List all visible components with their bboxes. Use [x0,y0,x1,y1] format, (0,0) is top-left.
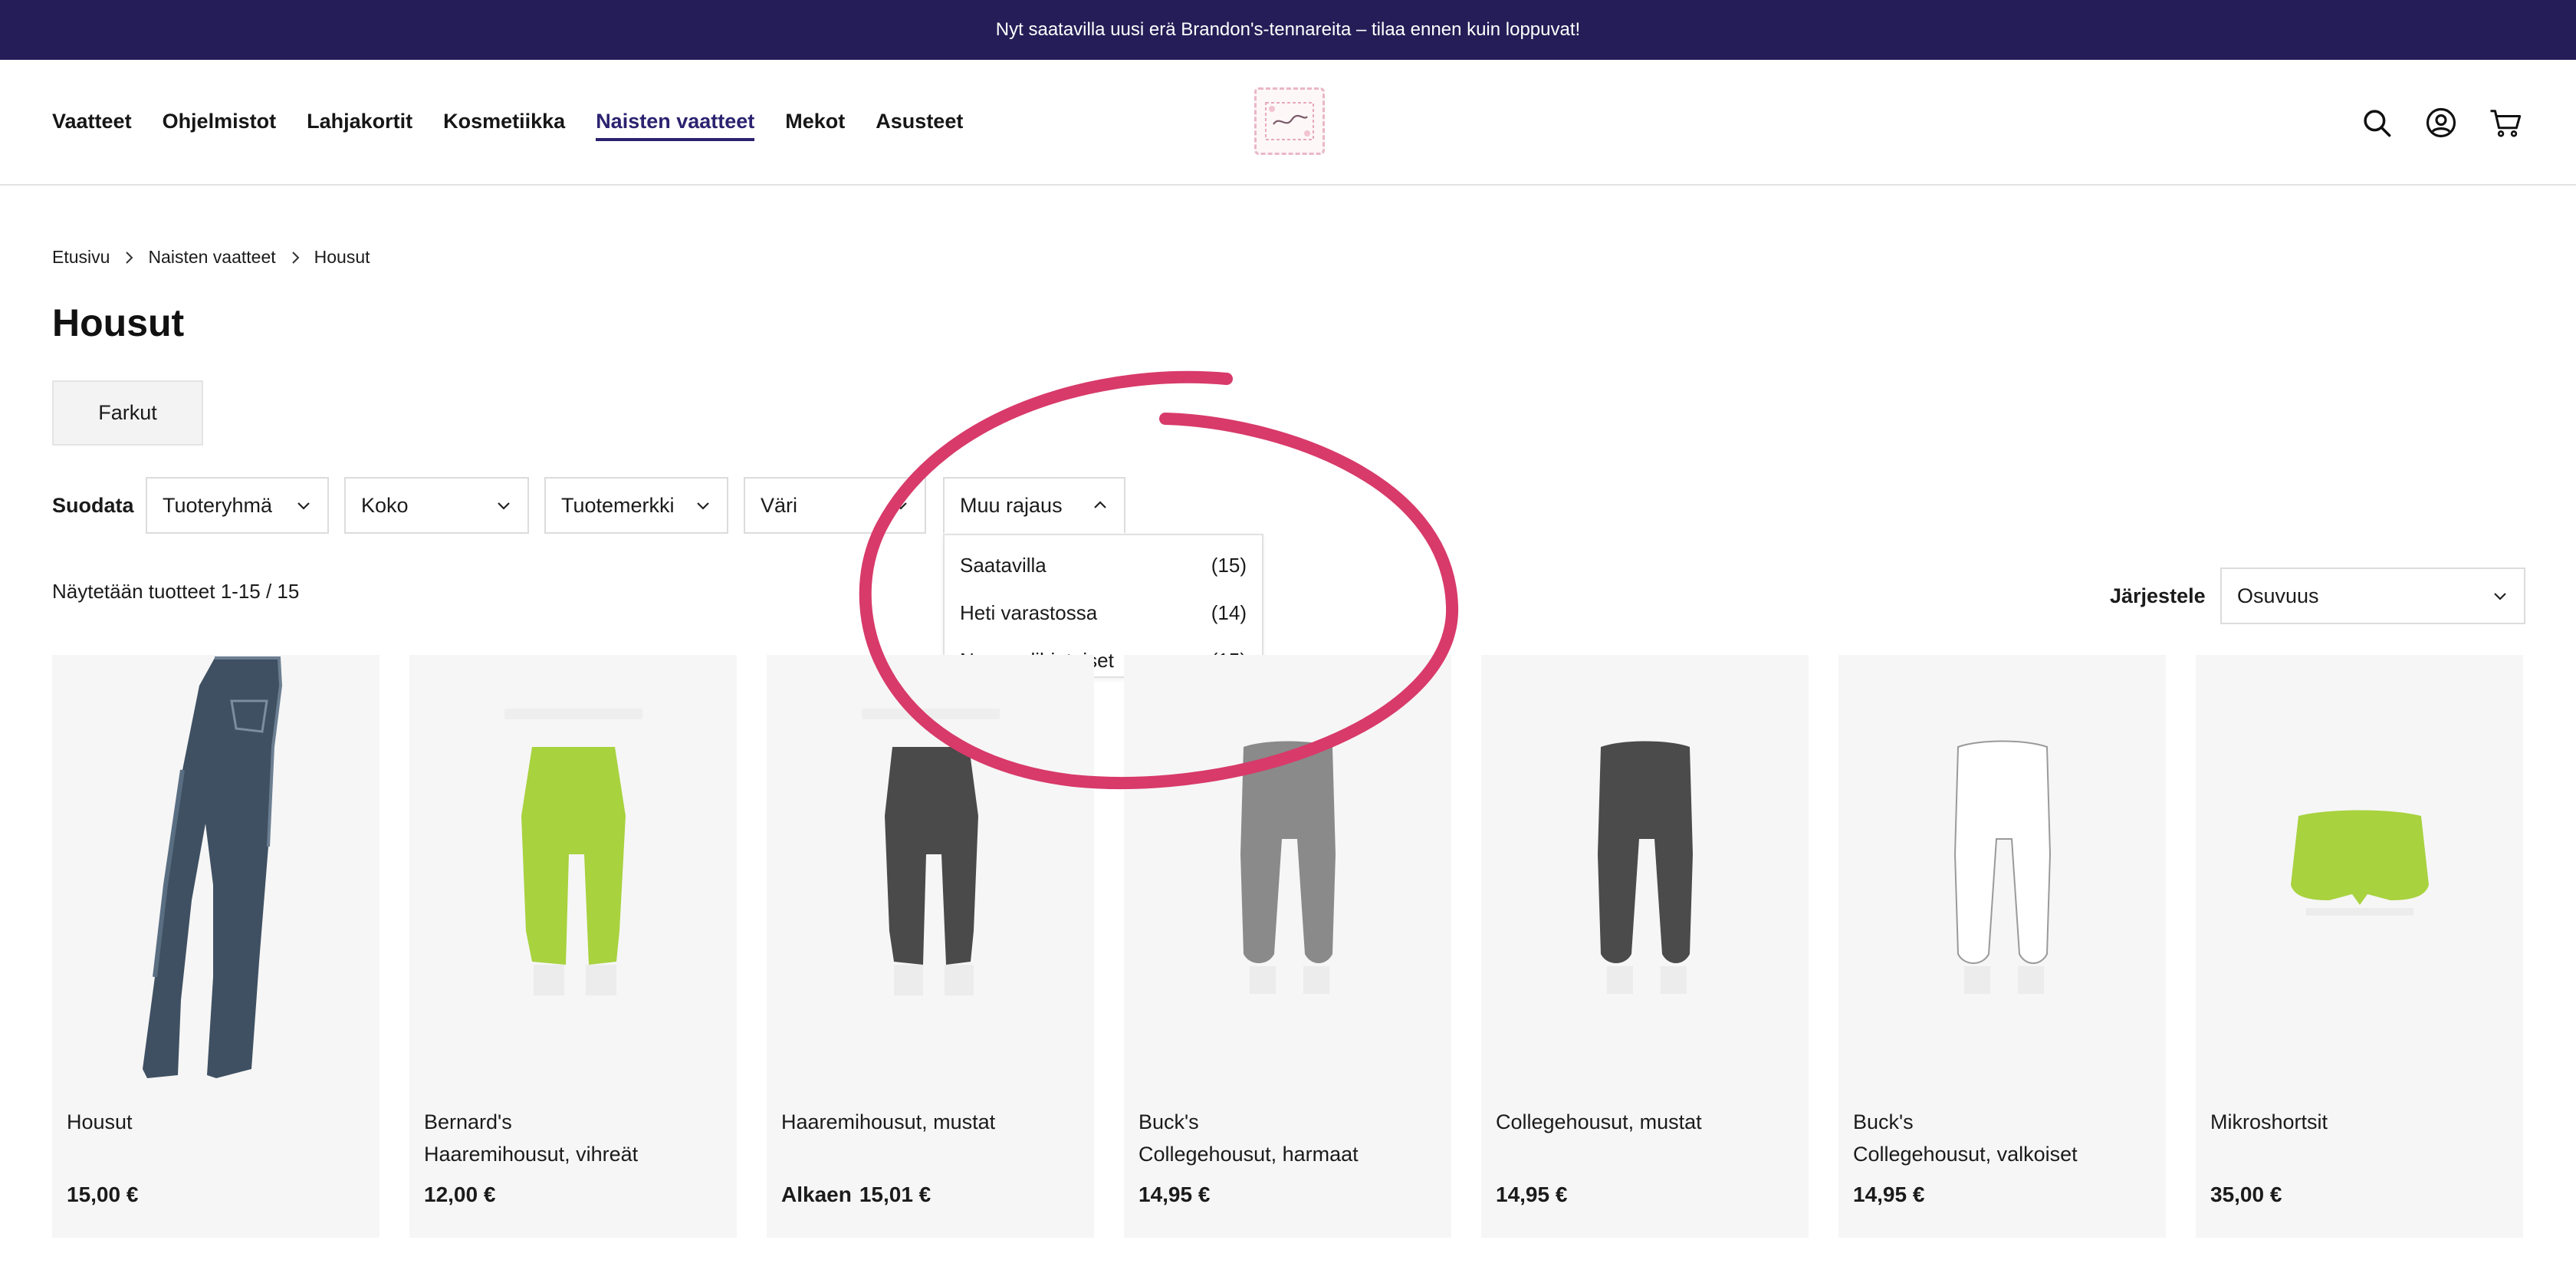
announcement-bar: Nyt saatavilla uusi erä Brandon's-tennar… [0,0,2576,60]
option-label: Heti varastossa [960,600,1098,624]
filter-tuotemerkki[interactable]: Tuotemerkki [544,477,728,534]
option-count: (15) [1211,553,1247,577]
product-image [409,655,737,1084]
filter-vari[interactable]: Väri [744,477,926,534]
nav-item-kosmetiikka[interactable]: Kosmetiikka [443,105,565,141]
chevron-down-icon [697,502,709,510]
result-count: Näytetään tuotteet 1-15 / 15 [52,580,300,603]
filter-tuoteryhma-label: Tuoteryhmä [163,493,273,517]
product-image [1481,655,1809,1084]
product-card[interactable]: Buck's Collegehousut, harmaat 14,95 € [1124,655,1451,1238]
breadcrumb-etusivu[interactable]: Etusivu [52,247,110,268]
sort-select[interactable]: Osuvuus [2220,567,2525,624]
product-price: 15,00 € [67,1183,138,1207]
product-info: Haaremihousut, mustat [781,1106,1079,1138]
search-icon[interactable] [2358,104,2395,141]
product-card[interactable]: Buck's Collegehousut, valkoiset 14,95 € [1838,655,2166,1238]
nav-item-lahjakortit[interactable]: Lahjakortit [307,105,412,141]
product-image [52,655,380,1084]
product-price: 35,00 € [2210,1183,2282,1207]
product-card[interactable]: Housut 15,00 € [52,655,380,1238]
announcement-text: Nyt saatavilla uusi erä Brandon's-tennar… [995,19,1581,40]
filter-tuoteryhma[interactable]: Tuoteryhmä [146,477,329,534]
product-grid: Housut 15,00 € Bernard's Haaremihousut, … [52,655,2523,1238]
product-card[interactable]: Collegehousut, mustat 14,95 € [1481,655,1809,1238]
product-image [767,655,1094,1084]
price-value: 14,95 € [1138,1183,1211,1206]
filter-muu-rajaus[interactable]: Muu rajaus [943,477,1125,534]
chevron-down-icon [895,502,907,510]
cart-icon[interactable] [2487,104,2524,141]
product-price: 14,95 € [1138,1183,1210,1207]
product-card[interactable]: Mikroshortsit 35,00 € [2196,655,2523,1238]
product-card[interactable]: Bernard's Haaremihousut, vihreät 12,00 € [409,655,737,1238]
product-name: Collegehousut, valkoiset [1853,1143,2078,1166]
price-value: 15,01 € [859,1183,932,1206]
filter-tuotemerkki-label: Tuotemerkki [561,493,675,517]
product-image [1124,655,1451,1084]
price-value: 12,00 € [424,1183,496,1206]
chevron-up-icon [1094,501,1106,508]
filter-koko[interactable]: Koko [344,477,529,534]
chevron-right-icon [123,248,134,268]
nav-item-asusteet[interactable]: Asusteet [876,105,963,141]
product-price: 12,00 € [424,1183,495,1207]
nav-item-mekot[interactable]: Mekot [785,105,845,141]
product-image [1838,655,2166,1084]
price-value: 35,00 € [2210,1183,2282,1206]
price-value: 14,95 € [1496,1183,1568,1206]
product-brand: Buck's [1138,1110,1199,1133]
product-brand: Bernard's [424,1110,512,1133]
product-price: 14,95 € [1496,1183,1567,1207]
site-header: Vaatteet Ohjelmistot Lahjakortit Kosmeti… [0,60,2576,186]
nav-item-vaatteet[interactable]: Vaatteet [52,105,132,141]
chevron-down-icon [2494,593,2506,600]
price-prefix: Alkaen [781,1183,852,1206]
breadcrumb-naisten-vaatteet[interactable]: Naisten vaatteet [148,247,275,268]
filter-muu-rajaus-label: Muu rajaus [960,493,1063,517]
product-name: Housut [67,1110,133,1133]
product-info: Buck's Collegehousut, harmaat [1138,1106,1437,1170]
product-card[interactable]: Haaremihousut, mustat Alkaen 15,01 € [767,655,1094,1238]
chevron-down-icon [297,502,310,510]
product-price: Alkaen 15,01 € [781,1183,931,1207]
breadcrumb: Etusivu Naisten vaatteet Housut [52,247,370,268]
filter-label: Suodata [52,493,134,517]
price-value: 15,00 € [67,1183,139,1206]
nav-item-naisten-vaatteet[interactable]: Naisten vaatteet [596,105,755,141]
filter-vari-label: Väri [761,493,798,517]
chevron-right-icon [290,248,301,268]
account-icon[interactable] [2423,104,2459,141]
product-info: Housut [67,1106,365,1138]
price-value: 14,95 € [1853,1183,1925,1206]
sort-value: Osuvuus [2237,584,2319,607]
product-info: Buck's Collegehousut, valkoiset [1853,1106,2151,1170]
filter-koko-label: Koko [361,493,409,517]
product-name: Collegehousut, harmaat [1138,1143,1359,1166]
product-name: Collegehousut, mustat [1496,1110,1702,1133]
nav-item-ohjelmistot[interactable]: Ohjelmistot [163,105,277,141]
chevron-down-icon [498,502,510,510]
logo-mark [1265,102,1314,140]
page-title: Housut [52,301,185,344]
subcategory-chip-farkut[interactable]: Farkut [52,380,203,446]
product-info: Collegehousut, mustat [1496,1106,1794,1138]
product-info: Bernard's Haaremihousut, vihreät [424,1106,722,1170]
product-name: Haaremihousut, mustat [781,1110,996,1133]
store-logo[interactable] [1254,87,1325,155]
product-price: 14,95 € [1853,1183,1924,1207]
product-image [2196,655,2523,1084]
header-icons [2358,60,2524,186]
sort-label: Järjestele [2110,584,2206,607]
product-name: Mikroshortsit [2210,1110,2328,1133]
breadcrumb-current: Housut [314,247,370,267]
option-label: Saatavilla [960,553,1046,577]
option-count: (14) [1211,600,1247,624]
dropdown-option-heti-varastossa[interactable]: Heti varastossa (14) [945,589,1262,636]
product-info: Mikroshortsit [2210,1106,2509,1138]
product-name: Haaremihousut, vihreät [424,1143,639,1166]
product-brand: Buck's [1853,1110,1914,1133]
dropdown-option-saatavilla[interactable]: Saatavilla (15) [945,541,1262,589]
main-nav: Vaatteet Ohjelmistot Lahjakortit Kosmeti… [52,60,963,186]
